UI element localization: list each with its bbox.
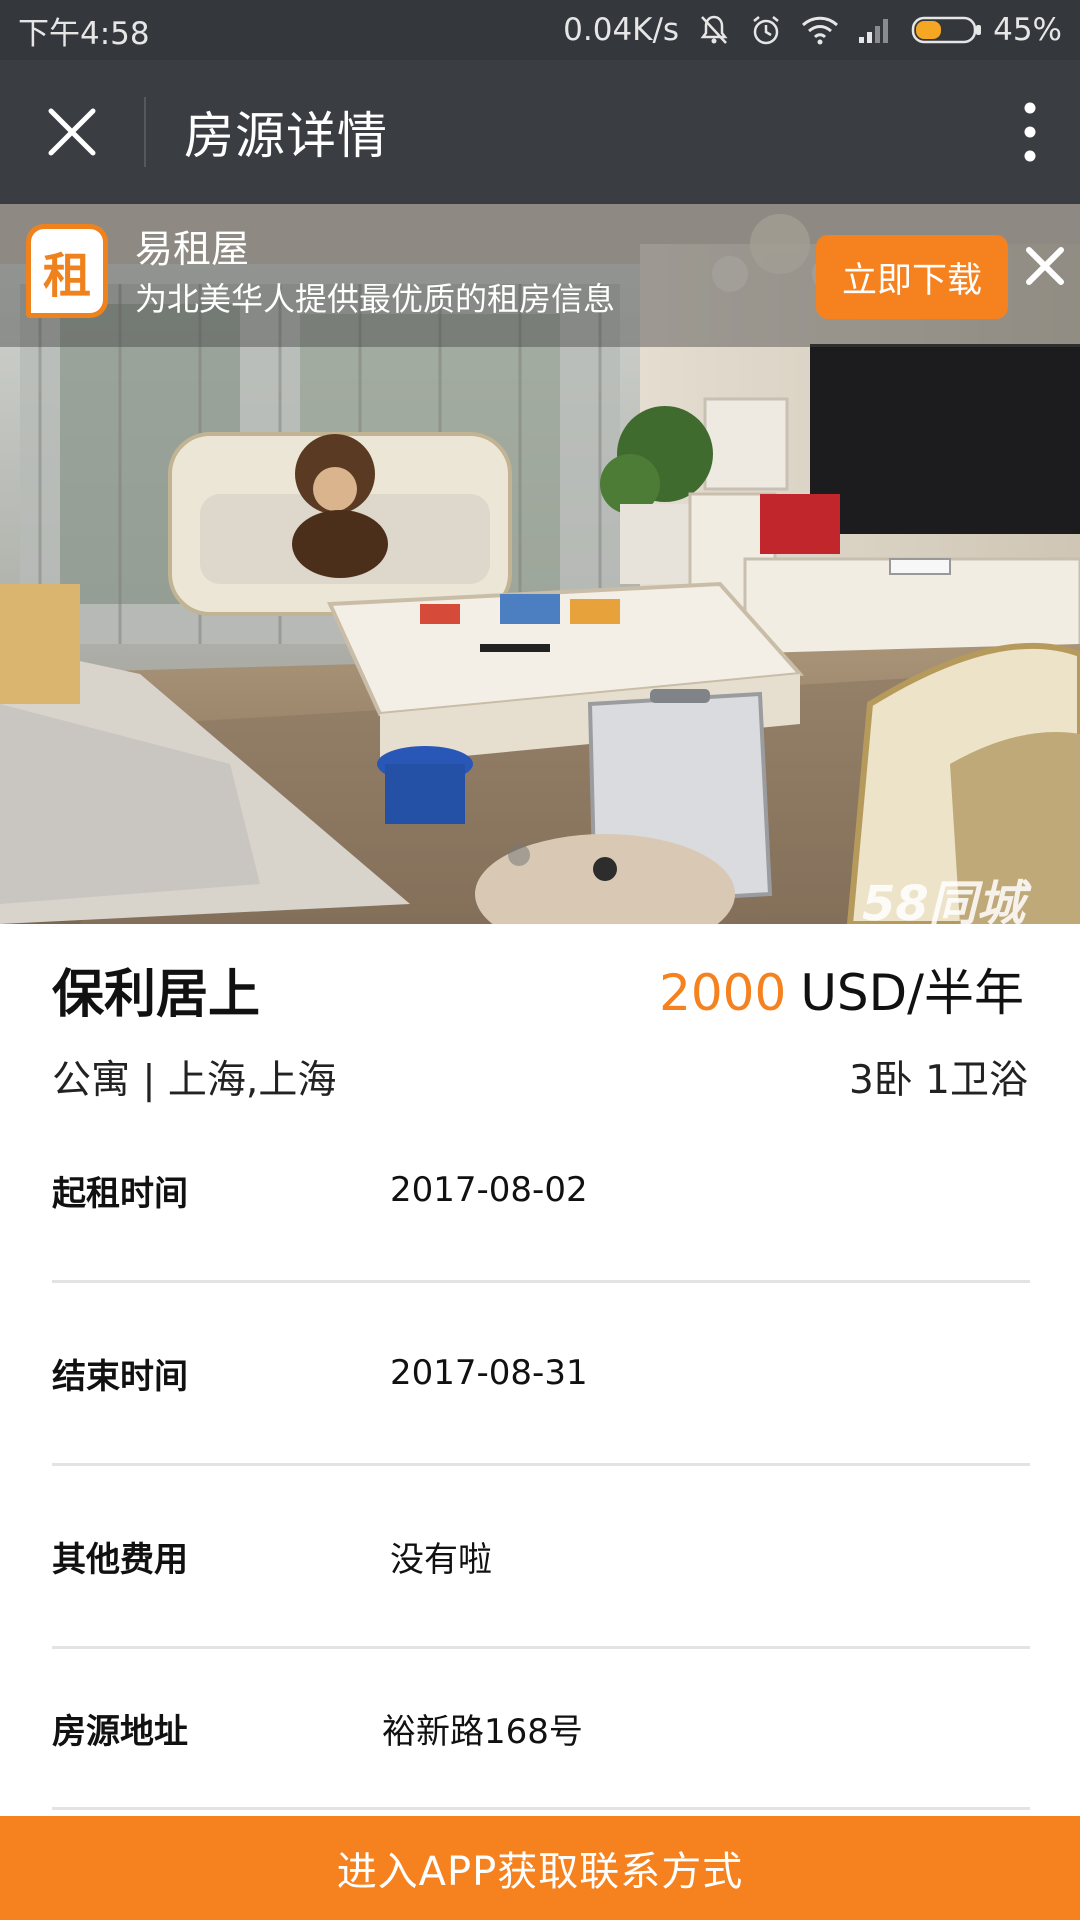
app-screen: 下午4:58 0.04K/s 45% 房源详情 58同城 租 易租屋 为北美华人…: [0, 0, 1080, 1920]
title-divider: [144, 97, 146, 167]
app-download-banner: 租 易租屋 为北美华人提供最优质的租房信息 立即下载: [0, 204, 1080, 347]
more-button[interactable]: [980, 60, 1080, 204]
listing-photo-carousel[interactable]: 58同城 租 易租屋 为北美华人提供最优质的租房信息 立即下载: [0, 204, 1080, 924]
listing-type-location: 公寓 | 上海,上海: [52, 1058, 337, 1103]
title-bar: 房源详情: [0, 60, 1080, 204]
carousel-indicator: [508, 844, 530, 866]
detail-value: 2017-08-02: [390, 1170, 588, 1210]
battery: 45%: [911, 12, 1062, 48]
close-icon: [48, 108, 96, 156]
status-time: 下午4:58: [18, 15, 150, 52]
status-right: 0.04K/s 45%: [563, 12, 1062, 48]
detail-label: 其他费用: [52, 1539, 188, 1580]
close-icon: [1026, 247, 1064, 285]
listing-meta-row: 公寓 | 上海,上海 3卧 1卫浴: [52, 1054, 1030, 1103]
detail-value: 没有啦: [390, 1539, 492, 1580]
detail-row-end-date: 结束时间 2017-08-31: [52, 1283, 1030, 1466]
wifi-icon: [801, 15, 839, 45]
download-button[interactable]: 立即下载: [816, 235, 1008, 319]
banner-text: 易租屋 为北美华人提供最优质的租房信息: [135, 226, 615, 320]
price-value: 2000: [659, 964, 787, 1022]
price-unit: USD/半年: [800, 964, 1024, 1022]
close-button[interactable]: [0, 60, 144, 204]
app-description: 为北美华人提供最优质的租房信息: [135, 280, 616, 318]
page-title: 房源详情: [184, 107, 388, 165]
app-name: 易租屋: [135, 227, 250, 271]
listing-details: 起租时间 2017-08-02 结束时间 2017-08-31 其他费用 没有啦…: [52, 1100, 1030, 1810]
detail-value: 2017-08-31: [390, 1353, 588, 1393]
network-speed: 0.04K/s: [563, 12, 680, 48]
detail-label: 房源地址: [52, 1711, 188, 1752]
signal-icon: [857, 15, 893, 45]
listing-summary: 保利居上 2000 USD/半年 公寓 | 上海,上海 3卧 1卫浴: [52, 924, 1030, 1103]
open-app-contact-button[interactable]: 进入APP获取联系方式: [0, 1816, 1080, 1920]
alarm-icon: [749, 13, 783, 47]
banner-close-button[interactable]: [1023, 244, 1067, 288]
status-bar: 下午4:58 0.04K/s 45%: [0, 0, 1080, 60]
listing-rooms: 3卧 1卫浴: [848, 1058, 1028, 1103]
listing-header-row: 保利居上 2000 USD/半年: [52, 924, 1030, 1054]
listing-name: 保利居上: [52, 964, 261, 1025]
photo-watermark: 58同城: [862, 876, 1025, 924]
listing-price: 2000 USD/半年: [659, 953, 1024, 1025]
battery-icon: [911, 16, 982, 44]
detail-label: 起租时间: [52, 1173, 188, 1214]
app-logo: 租: [26, 224, 108, 318]
detail-label: 结束时间: [52, 1356, 188, 1397]
battery-percent: 45%: [993, 12, 1062, 48]
detail-row-address: 房源地址 裕新路168号: [52, 1649, 1030, 1810]
detail-row-start-date: 起租时间 2017-08-02: [52, 1100, 1030, 1283]
more-vertical-icon: [1024, 102, 1036, 162]
mute-icon: [697, 13, 731, 47]
detail-value: 裕新路168号: [382, 1711, 583, 1752]
detail-row-other-fees: 其他费用 没有啦: [52, 1466, 1030, 1649]
